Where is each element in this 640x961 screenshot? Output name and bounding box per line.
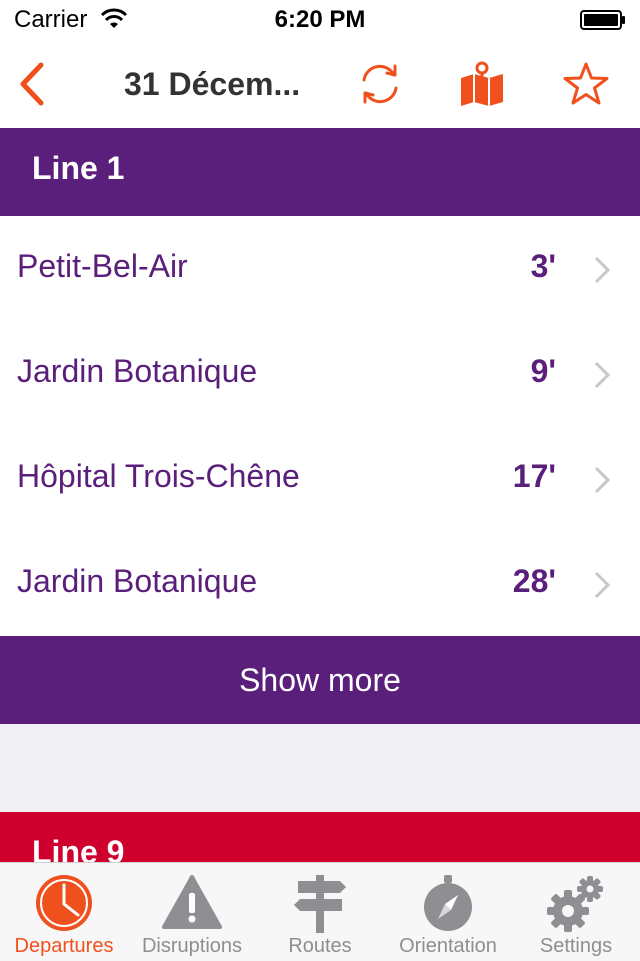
navigation-bar: 31 Décem... xyxy=(0,40,640,129)
destination-label: Jardin Botanique xyxy=(17,353,258,389)
destination-label: Petit-Bel-Air xyxy=(17,248,188,284)
map-icon xyxy=(461,61,503,106)
departure-row[interactable]: Jardin Botanique 28' xyxy=(0,531,640,636)
page-title: 31 Décem... xyxy=(124,66,301,102)
star-icon xyxy=(563,62,609,105)
chevron-right-icon xyxy=(594,256,610,284)
refresh-icon xyxy=(362,64,398,104)
refresh-button[interactable] xyxy=(350,40,410,128)
departure-time: 3' xyxy=(530,248,556,284)
chevron-right-icon xyxy=(594,571,610,599)
tab-routes[interactable]: Routes xyxy=(256,863,384,961)
destination-label: Hôpital Trois-Chêne xyxy=(17,458,300,494)
departure-row[interactable]: Petit-Bel-Air 3' xyxy=(0,216,640,321)
map-button[interactable] xyxy=(452,40,512,128)
tab-label: Disruptions xyxy=(141,935,243,957)
clock-icon xyxy=(36,875,92,931)
signpost-icon xyxy=(294,875,346,933)
tab-settings[interactable]: Settings xyxy=(512,863,640,961)
tab-bar: Departures Disruptions Routes Orientatio… xyxy=(0,862,640,961)
departure-time: 28' xyxy=(512,563,556,599)
show-more-button[interactable]: Show more xyxy=(0,636,640,724)
battery-icon xyxy=(580,10,625,30)
compass-icon xyxy=(424,875,472,931)
line-label: Line 1 xyxy=(32,150,125,186)
chevron-right-icon xyxy=(594,361,610,389)
tab-label: Departures xyxy=(14,935,114,957)
chevron-left-icon xyxy=(20,62,44,106)
back-button[interactable] xyxy=(0,40,64,128)
tab-label: Orientation xyxy=(399,935,497,957)
warning-icon xyxy=(162,875,222,929)
status-time: 6:20 PM xyxy=(274,6,366,33)
chevron-right-icon xyxy=(594,466,610,494)
departure-row[interactable]: Hôpital Trois-Chêne 17' xyxy=(0,426,640,531)
departure-row[interactable]: Jardin Botanique 9' xyxy=(0,321,640,426)
tab-departures[interactable]: Departures xyxy=(0,863,128,961)
destination-label: Jardin Botanique xyxy=(17,563,258,599)
tab-orientation[interactable]: Orientation xyxy=(384,863,512,961)
status-bar: Carrier 6:20 PM xyxy=(0,0,640,40)
gear-icon xyxy=(547,876,603,932)
line-header: Line 1 xyxy=(0,128,640,216)
tab-disruptions[interactable]: Disruptions xyxy=(128,863,256,961)
departure-time: 9' xyxy=(530,353,556,389)
departure-time: 17' xyxy=(512,458,556,494)
tab-label: Routes xyxy=(288,935,352,957)
tab-label: Settings xyxy=(539,935,613,957)
favorite-button[interactable] xyxy=(556,40,616,128)
